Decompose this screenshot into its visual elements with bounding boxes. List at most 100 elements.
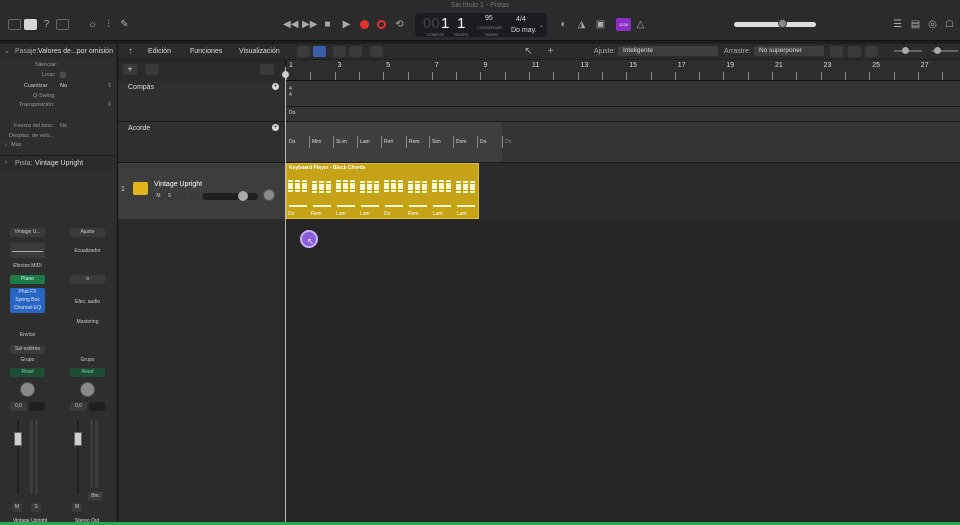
browser-icon[interactable]: ☖ (943, 19, 956, 30)
tuner-icon[interactable]: ◐ (557, 19, 570, 30)
record-button[interactable] (360, 20, 369, 29)
mixer-icon[interactable]: ⫶ (102, 19, 115, 30)
view-menu[interactable]: Visualización (239, 48, 280, 55)
chord-track-header[interactable]: Acorde + (118, 122, 285, 163)
lcd-display[interactable]: 00 1 1 COMPÁS TIEMPO 95 CONSERVAR TEMPO … (415, 13, 547, 37)
strip1-pan-knob[interactable] (20, 382, 35, 397)
inspector-track-header[interactable]: › Pista: Vintage Upright (0, 155, 117, 170)
strip1-automation[interactable]: Read (10, 368, 45, 377)
strip1-group[interactable]: Grupo (10, 356, 45, 365)
horizontal-zoom-thumb[interactable] (934, 47, 941, 54)
strip1-instrument[interactable]: Piano (10, 275, 45, 284)
vertical-zoom-icon[interactable] (848, 46, 861, 57)
chord-label[interactable]: Sim (432, 139, 441, 145)
toolbar-toggle-button[interactable] (56, 19, 69, 30)
chord-label[interactable]: Mim (312, 139, 321, 145)
chord-label[interactable]: Si♭m (336, 139, 347, 145)
chord-label[interactable]: Do (505, 139, 511, 145)
flex-tool-icon[interactable] (349, 46, 362, 57)
disclosure-right-icon[interactable]: › (5, 142, 7, 148)
strip2-eq[interactable]: Ecualizador (70, 247, 105, 256)
add-signature-icon[interactable]: + (272, 83, 279, 90)
cycle-icon[interactable]: ⟲ (393, 19, 406, 30)
functions-menu[interactable]: Funciones (190, 48, 222, 55)
disclosure-down-icon[interactable]: ⌄ (4, 47, 10, 55)
stop-icon[interactable]: ■ (321, 19, 334, 30)
metronome-icon[interactable]: ◮ (575, 19, 588, 30)
strip2-mute-button[interactable]: M (72, 503, 82, 512)
crossfade-icon[interactable] (830, 46, 843, 57)
rewind-icon[interactable]: ◀◀ (283, 19, 298, 30)
edit-menu[interactable]: Edición (148, 48, 171, 55)
horizontal-zoom-icon[interactable] (865, 46, 878, 57)
lcd-key[interactable]: Do may. (511, 27, 537, 34)
strip1-mute-button[interactable]: M (12, 503, 22, 512)
add-tool-icon[interactable]: + (544, 46, 557, 57)
track-record-enable-button[interactable] (178, 192, 187, 201)
chord-label[interactable]: Dom (456, 139, 467, 145)
count-in-button[interactable]: 1234 (616, 18, 631, 31)
flex-view-icon[interactable] (313, 46, 326, 57)
strip2-pan-knob[interactable] (80, 382, 95, 397)
strip1-sends[interactable]: Envíos (10, 331, 45, 340)
chord-label[interactable]: Do (289, 139, 295, 145)
strip2-volume-value[interactable]: 0,0 (70, 402, 87, 411)
list-icon[interactable]: ☰ (891, 19, 904, 30)
more-label[interactable]: Más (11, 142, 21, 148)
track-input-monitor-button[interactable] (189, 192, 198, 201)
strip1-fader[interactable] (14, 432, 22, 446)
track-solo-button[interactable]: S (165, 192, 174, 201)
global-tracks-icon[interactable] (260, 64, 274, 75)
track-volume-slider[interactable] (202, 193, 258, 200)
midi-input-icon[interactable] (370, 46, 383, 57)
chord-label[interactable]: Lam (360, 139, 370, 145)
smart-controls-icon[interactable]: ☼ (86, 19, 99, 30)
lcd-tempo[interactable]: 95 (485, 15, 493, 22)
add-track-icon[interactable]: + (123, 64, 137, 75)
signature-track-header[interactable]: Compás + (118, 81, 285, 122)
strip1-volume-value[interactable]: 0,0 (10, 402, 27, 411)
strip2-group[interactable]: Grupo (70, 356, 105, 365)
duplicate-track-icon[interactable] (145, 64, 159, 75)
catch-playhead-icon[interactable]: ↑ (124, 46, 137, 57)
strip2-bounce-button[interactable]: Bnc (88, 492, 103, 501)
strip1-solo-button[interactable]: S (31, 503, 41, 512)
key-lane[interactable] (286, 107, 960, 122)
add-chord-icon[interactable]: + (272, 124, 279, 131)
strip2-mastering[interactable]: Mastering (70, 318, 105, 327)
track-pan-knob[interactable] (263, 189, 275, 201)
track-volume-thumb[interactable] (238, 191, 248, 201)
replace-record-button[interactable] (377, 20, 386, 29)
grid-view-icon[interactable] (297, 46, 310, 57)
library-button[interactable] (8, 19, 21, 30)
chord-label[interactable]: Do (480, 139, 486, 145)
key-marker[interactable]: Do (289, 110, 295, 116)
signature-marker[interactable]: 4 4 (289, 86, 292, 98)
strip2-link-icon[interactable]: ⊙ (70, 275, 105, 284)
automation-icon[interactable] (333, 46, 346, 57)
track-name[interactable]: Vintage Upright (154, 181, 202, 188)
track-mute-button[interactable]: M (154, 192, 163, 201)
disclosure-right-icon[interactable]: › (5, 159, 7, 166)
master-volume-thumb[interactable] (778, 19, 787, 28)
strip2-automation[interactable]: Read (70, 368, 105, 377)
quantize-value[interactable]: No (60, 83, 67, 89)
strip2-fader[interactable] (74, 432, 82, 446)
drag-select[interactable]: No superponer (754, 46, 824, 56)
signature-lane[interactable] (286, 81, 960, 107)
play-icon[interactable]: ▶ (340, 19, 353, 30)
piano-icon[interactable] (133, 182, 148, 195)
inspector-region-header[interactable]: ⌄ Pasaje: Valores de...por omisión (0, 44, 117, 59)
inspector-button[interactable] (24, 19, 37, 30)
stepper-icon[interactable]: ⇕ (107, 82, 112, 89)
list-editor-icon[interactable]: ▣ (594, 19, 607, 30)
strip1-plugin-3[interactable]: Channel EQ (10, 304, 45, 313)
velocity-value[interactable]: No (60, 123, 67, 129)
loop-checkbox[interactable] (60, 72, 66, 78)
forward-icon[interactable]: ▶▶ (302, 19, 317, 30)
help-icon[interactable]: ? (40, 19, 53, 30)
vertical-zoom-thumb[interactable] (902, 47, 909, 54)
strip1-output[interactable]: Sal estéreo (10, 345, 45, 354)
snap-select[interactable]: Inteligente (618, 46, 718, 56)
chord-label[interactable]: Rem (409, 139, 420, 145)
